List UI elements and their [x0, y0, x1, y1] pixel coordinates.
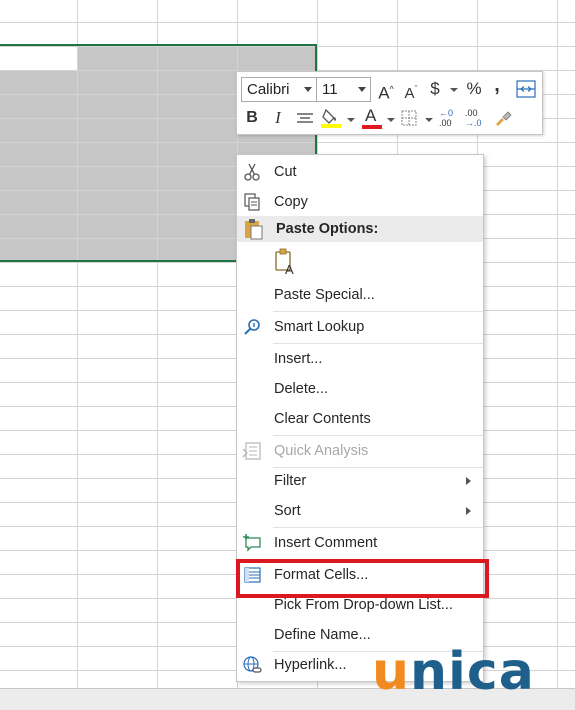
menu-item-label: Clear Contents	[274, 411, 371, 427]
smart-lookup-icon	[242, 317, 262, 337]
center-align-icon[interactable]	[296, 112, 314, 126]
scissors-icon	[242, 162, 262, 182]
font-name-box[interactable]: Calibri	[241, 77, 317, 102]
quick-analysis-icon	[242, 441, 262, 461]
menu-item-insert[interactable]: Insert...	[237, 344, 483, 374]
submenu-arrow-icon	[466, 507, 471, 515]
comma-style-button[interactable]: ,	[490, 73, 504, 97]
hyperlink-icon	[242, 655, 262, 675]
svg-text:A: A	[285, 262, 294, 276]
gridline	[557, 0, 558, 688]
merge-center-icon[interactable]	[516, 80, 536, 98]
menu-item-paste-special[interactable]: Paste Special...	[237, 280, 483, 310]
accounting-format-button[interactable]: $	[427, 77, 443, 101]
comment-icon	[242, 533, 262, 553]
menu-item-label: Sort	[274, 503, 301, 519]
chevron-down-icon[interactable]	[450, 88, 458, 92]
menu-item-sort[interactable]: Sort	[237, 496, 483, 526]
menu-item-label: Quick Analysis	[274, 443, 369, 459]
context-menu: Cut Copy Paste Options: A Paste Special.…	[236, 154, 484, 682]
gridline	[0, 22, 575, 23]
chevron-down-icon	[304, 87, 312, 92]
paste-icon-button[interactable]: A	[274, 248, 300, 277]
menu-item-label: Filter	[274, 473, 307, 489]
format-painter-icon[interactable]	[493, 108, 513, 128]
menu-item-label: Delete...	[274, 381, 328, 397]
decrease-decimal-icon[interactable]: .00 →.0	[465, 108, 487, 130]
menu-item-smart-lookup[interactable]: Smart Lookup	[237, 312, 483, 342]
paste-options-header: Paste Options:	[237, 216, 483, 242]
menu-item-label: Insert...	[274, 351, 323, 367]
paste-options-label: Paste Options:	[276, 221, 379, 237]
italic-button[interactable]: I	[271, 106, 285, 130]
decrease-font-size-button[interactable]: Aˇ	[402, 77, 420, 102]
bold-button[interactable]: B	[244, 106, 260, 130]
chevron-down-icon[interactable]	[347, 118, 355, 122]
percent-style-button[interactable]: %	[464, 77, 484, 101]
copy-icon	[242, 192, 262, 212]
font-name-value: Calibri	[247, 81, 290, 98]
chevron-down-icon[interactable]	[387, 118, 395, 122]
unica-logo: unica	[372, 642, 535, 702]
menu-item-label: Hyperlink...	[274, 657, 347, 673]
menu-item-copy[interactable]: Copy	[237, 187, 483, 217]
menu-item-filter[interactable]: Filter	[237, 466, 483, 496]
menu-item-label: Paste Special...	[274, 287, 375, 303]
menu-item-label: Copy	[274, 194, 308, 210]
submenu-arrow-icon	[466, 477, 471, 485]
menu-item-delete[interactable]: Delete...	[237, 374, 483, 404]
font-size-box[interactable]: 11	[316, 77, 371, 102]
font-color-icon[interactable]: A	[361, 106, 383, 130]
chevron-down-icon	[358, 87, 366, 92]
menu-item-label: Insert Comment	[274, 535, 378, 551]
clipboard-icon	[242, 218, 264, 240]
borders-icon[interactable]	[401, 110, 417, 126]
chevron-down-icon[interactable]	[425, 118, 433, 122]
menu-item-insert-comment[interactable]: Insert Comment	[237, 528, 483, 558]
fill-color-icon[interactable]	[320, 107, 342, 129]
mini-toolbar: Calibri 11 A^ Aˇ $ % , B I A ←0 .00 .00 …	[236, 71, 543, 135]
menu-item-cut[interactable]: Cut	[237, 157, 483, 187]
menu-item-label: Cut	[274, 164, 297, 180]
increase-font-size-button[interactable]: A^	[377, 77, 395, 103]
menu-item-label: Smart Lookup	[274, 319, 365, 335]
menu-item-quick-analysis[interactable]: Quick Analysis	[237, 436, 483, 466]
font-size-value: 11	[322, 81, 338, 98]
highlight-box	[236, 559, 489, 598]
menu-item-clear-contents[interactable]: Clear Contents	[237, 404, 483, 434]
menu-item-label: Define Name...	[274, 627, 371, 643]
increase-decimal-icon[interactable]: ←0.00	[439, 108, 459, 130]
